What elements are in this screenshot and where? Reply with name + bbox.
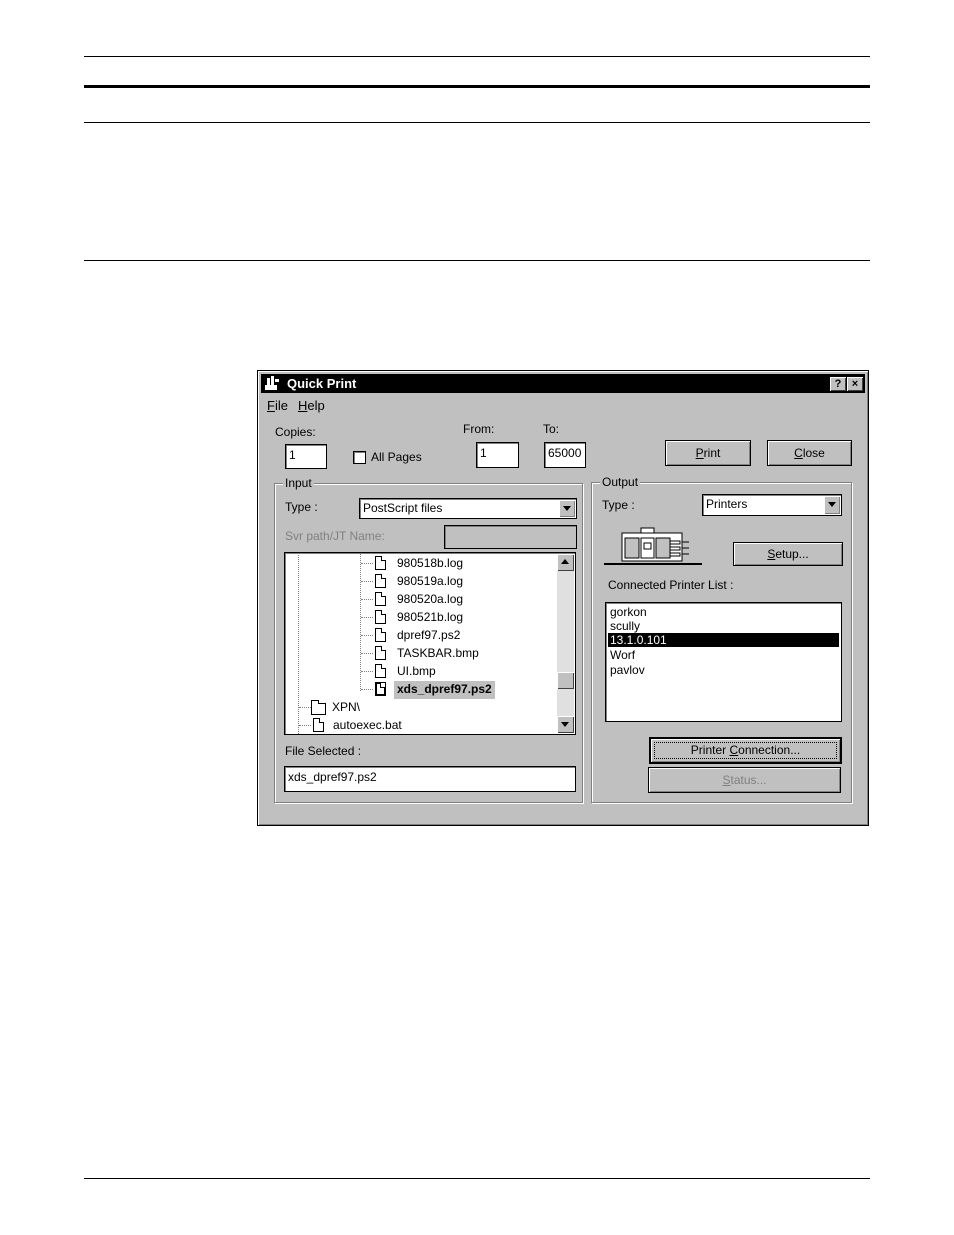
file-icon	[375, 610, 386, 624]
output-type-label: Type :	[602, 498, 635, 512]
tree-hline	[361, 599, 373, 600]
close-icon[interactable]: ×	[847, 377, 863, 391]
section-rule-2	[84, 260, 870, 261]
from-label: From:	[463, 422, 495, 436]
tree-hline	[361, 653, 373, 654]
tree-item[interactable]: XPN\	[332, 699, 360, 717]
title-bar: Quick Print ? ×	[261, 374, 865, 393]
file-icon	[375, 664, 386, 678]
all-pages-label: All Pages	[371, 450, 422, 464]
tree-hline	[361, 617, 373, 618]
printer-connection-button[interactable]: Printer Connection...	[650, 738, 841, 763]
tree-item[interactable]: UI.bmp	[397, 663, 436, 681]
tree-item[interactable]: 980519a.log	[397, 573, 463, 591]
tree-item-selected[interactable]: xds_dpref97.ps2	[394, 681, 495, 699]
section-rule-1	[84, 122, 870, 123]
tree-hline	[361, 689, 373, 690]
copies-input[interactable]: 1	[285, 444, 327, 469]
from-input[interactable]: 1	[476, 442, 519, 468]
tree-hline	[299, 707, 311, 708]
setup-label-rest: etup...	[775, 547, 809, 561]
all-pages-checkbox[interactable]	[353, 451, 366, 464]
printer-list-item[interactable]: gorkon	[608, 605, 839, 619]
output-type-select[interactable]: Printers	[702, 494, 842, 516]
print-key: P	[695, 446, 704, 460]
printer-list[interactable]: gorkon scully 13.1.0.101 Worf pavlov	[605, 602, 842, 722]
close-label-rest: lose	[802, 446, 825, 460]
to-input[interactable]: 65000	[544, 442, 586, 468]
svr-path-input	[444, 525, 577, 549]
close-key: C	[794, 446, 803, 460]
window-title: Quick Print	[287, 376, 357, 391]
connected-printer-list-label: Connected Printer List :	[608, 578, 734, 592]
input-type-select[interactable]: PostScript files	[359, 498, 577, 519]
menu-file-key: F	[267, 398, 275, 413]
status-label-rest: tatus...	[730, 773, 767, 787]
file-icon	[375, 574, 386, 588]
tree-item[interactable]: autoexec.bat	[333, 717, 402, 734]
print-button[interactable]: Print	[665, 440, 751, 466]
output-type-value: Printers	[706, 497, 748, 511]
folder-icon	[311, 700, 326, 715]
close-button[interactable]: Close	[767, 440, 852, 466]
printer-list-item[interactable]: Worf	[608, 648, 839, 662]
scroll-down-icon[interactable]	[557, 716, 574, 733]
focus-rect	[654, 742, 837, 759]
menu-file[interactable]: File	[267, 398, 288, 413]
file-selected-input[interactable]: xds_dpref97.ps2	[284, 766, 576, 792]
tree-hline	[361, 563, 373, 564]
copies-label: Copies:	[275, 425, 316, 439]
file-icon	[375, 556, 386, 570]
file-icon	[313, 718, 324, 732]
file-icon	[375, 646, 386, 660]
setup-button[interactable]: Setup...	[733, 542, 843, 566]
app-printer-icon	[265, 376, 279, 390]
top-rule-thin	[84, 56, 870, 57]
menu-help-key: H	[298, 398, 308, 413]
tree-item[interactable]: 980518b.log	[397, 555, 463, 573]
printer-icon	[604, 527, 702, 565]
tree-item[interactable]: TASKBAR.bmp	[397, 645, 479, 663]
tree-item[interactable]: 980521b.log	[397, 609, 463, 627]
menu-help-label: elp	[307, 398, 325, 413]
tree-hline	[361, 581, 373, 582]
tree-hline	[299, 725, 311, 726]
input-type-value: PostScript files	[363, 501, 443, 515]
footer-rule	[84, 1178, 870, 1179]
chevron-down-icon[interactable]	[824, 496, 840, 514]
menu-help[interactable]: Help	[298, 398, 325, 413]
printer-list-item-selected[interactable]: 13.1.0.101	[608, 633, 839, 647]
tree-item[interactable]: dpref97.ps2	[397, 627, 460, 645]
top-rule-thick	[84, 85, 870, 88]
file-tree[interactable]: 980518b.log 980519a.log 980520a.log 9805…	[284, 552, 576, 735]
file-selected-label: File Selected :	[285, 744, 362, 758]
input-type-label: Type :	[285, 500, 318, 514]
tree-scrollbar[interactable]	[557, 554, 574, 733]
file-icon	[375, 682, 386, 696]
scroll-up-icon[interactable]	[557, 554, 574, 571]
output-group-title: Output	[600, 475, 641, 489]
tree-item[interactable]: 980520a.log	[397, 591, 463, 609]
scroll-thumb[interactable]	[557, 672, 574, 689]
help-title-button[interactable]: ?	[830, 377, 846, 391]
to-label: To:	[543, 422, 560, 436]
input-group-title: Input	[283, 476, 314, 490]
menu-file-label: ile	[274, 398, 288, 413]
printer-list-item[interactable]: scully	[608, 619, 839, 633]
file-icon	[375, 628, 386, 642]
file-icon	[375, 592, 386, 606]
printer-list-item[interactable]: pavlov	[608, 663, 839, 677]
status-button[interactable]: Status...	[648, 767, 841, 793]
tree-hline	[361, 635, 373, 636]
tree-hline	[361, 671, 373, 672]
print-label-rest: rint	[703, 446, 721, 460]
svr-path-label: Svr path/JT Name:	[285, 529, 385, 543]
chevron-down-icon[interactable]	[559, 500, 575, 517]
